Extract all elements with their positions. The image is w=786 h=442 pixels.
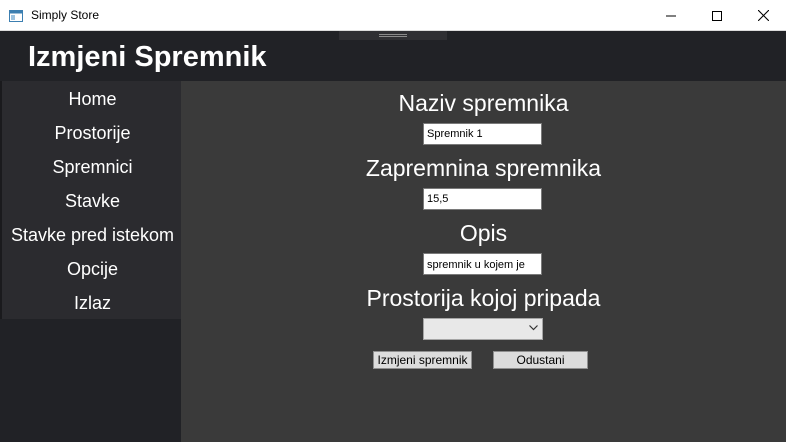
app-header: Izmjeni Spremnik [0, 31, 786, 81]
volume-label: Zapremnina spremnika [365, 155, 602, 181]
drag-grip[interactable] [339, 31, 447, 40]
sidebar-item-stavke-pred-istekom[interactable]: Stavke pred istekom [2, 218, 183, 252]
description-label: Opis [459, 220, 508, 246]
sidebar: Home Prostorije Spremnici Stavke Stavke … [0, 81, 181, 442]
minimize-button[interactable] [648, 0, 694, 31]
sidebar-item-prostorije[interactable]: Prostorije [2, 116, 183, 150]
save-container-button[interactable]: Izmjeni spremnik [373, 351, 472, 369]
maximize-button[interactable] [694, 0, 740, 31]
page-title: Izmjeni Spremnik [28, 41, 267, 73]
close-button[interactable] [740, 0, 786, 31]
close-icon [757, 10, 769, 21]
grip-line [379, 34, 407, 35]
maximize-icon [712, 10, 722, 21]
volume-field[interactable]: 15,5 [423, 188, 542, 210]
sidebar-item-opcije[interactable]: Opcije [2, 252, 183, 286]
minimize-icon [666, 15, 676, 16]
sidebar-item-stavke[interactable]: Stavke [2, 184, 183, 218]
sidebar-item-home[interactable]: Home [2, 82, 183, 116]
sidebar-item-spremnici[interactable]: Spremnici [2, 150, 183, 184]
chevron-down-icon [529, 325, 538, 331]
grip-line [379, 36, 407, 37]
description-field[interactable]: spremnik u kojem je [423, 253, 542, 275]
room-label: Prostorija kojoj pripada [366, 285, 601, 311]
edit-container-form: Naziv spremnika Spremnik 1 Zapremnina sp… [181, 81, 786, 442]
app-window-icon [9, 9, 23, 22]
sidebar-menu: Home Prostorije Spremnici Stavke Stavke … [0, 81, 181, 319]
name-label: Naziv spremnika [398, 90, 569, 116]
window-title-bar: Simply Store [0, 0, 786, 31]
cancel-button[interactable]: Odustani [493, 351, 588, 369]
room-select[interactable] [423, 318, 543, 340]
window-title: Simply Store [31, 8, 100, 22]
name-field[interactable]: Spremnik 1 [423, 123, 542, 145]
sidebar-item-izlaz[interactable]: Izlaz [2, 286, 183, 320]
